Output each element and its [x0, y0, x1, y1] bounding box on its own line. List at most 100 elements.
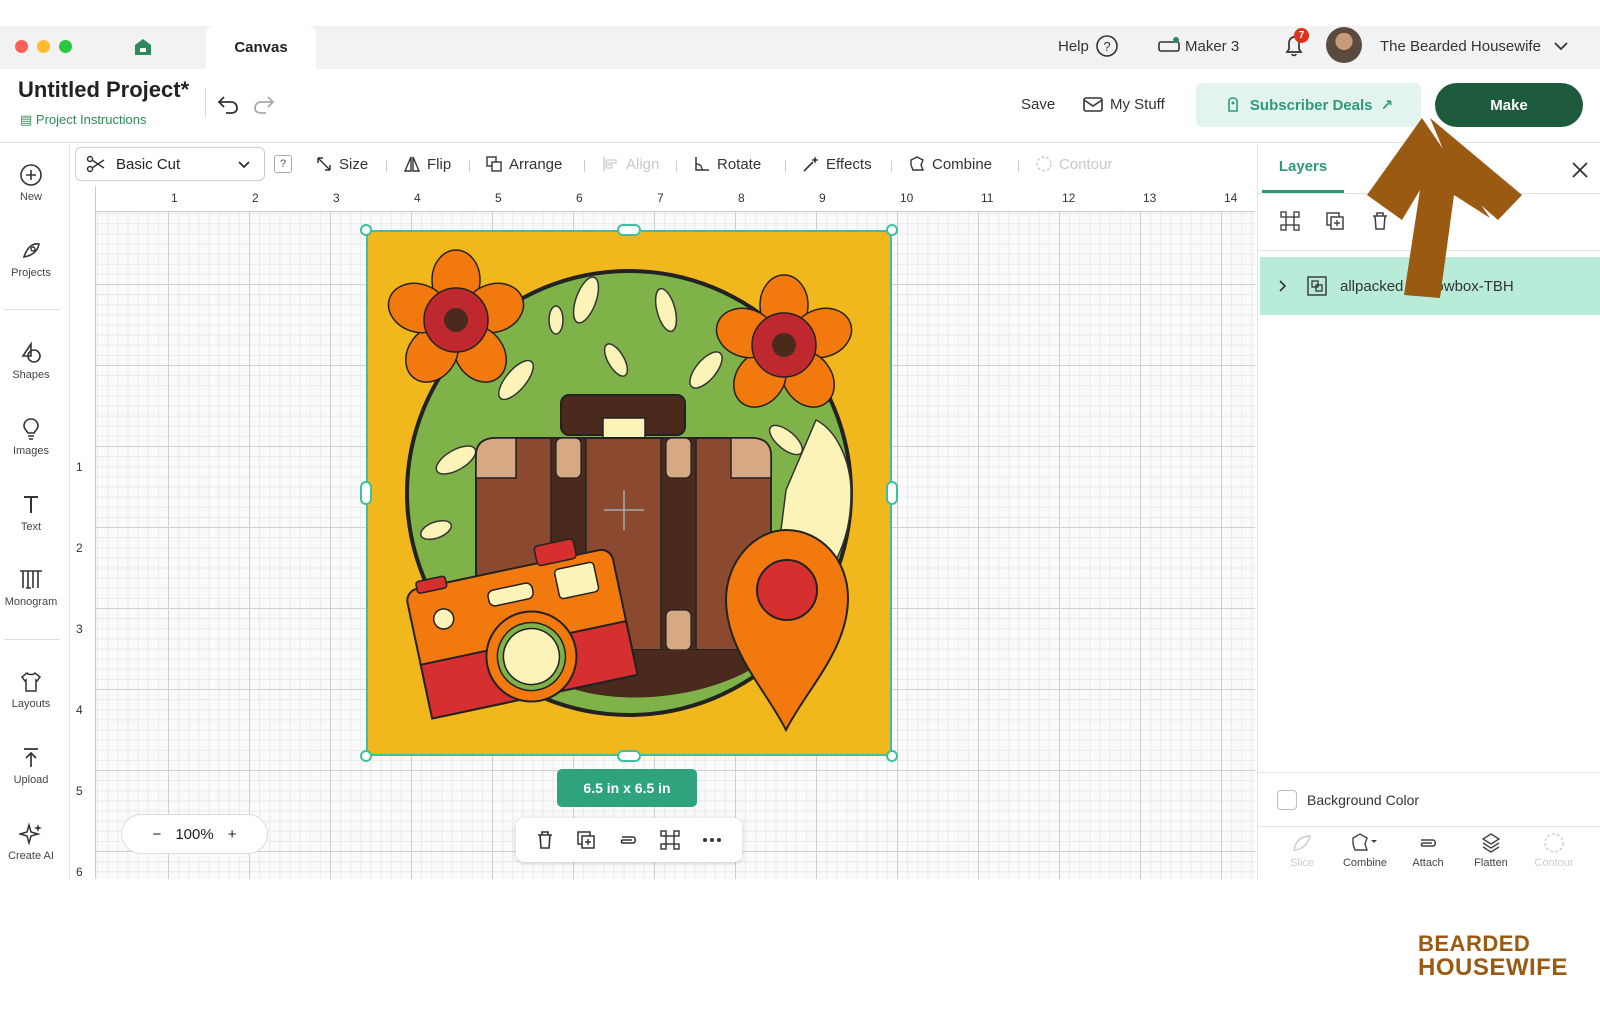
project-instructions-link[interactable]: ▤ Project Instructions	[20, 112, 146, 128]
operation-help-button[interactable]: ?	[274, 155, 292, 173]
machine-selector[interactable]: Maker 3	[1157, 33, 1239, 59]
tab-canvas[interactable]: Canvas	[206, 26, 316, 69]
chevron-down-icon	[1554, 42, 1568, 51]
background-color-toggle[interactable]: Background Color	[1277, 790, 1419, 810]
contour-label: Contour	[1534, 857, 1574, 869]
document-icon: ▤	[20, 112, 36, 127]
envelope-icon	[1083, 97, 1103, 112]
resize-handle[interactable]	[360, 750, 372, 762]
resize-handle[interactable]	[886, 481, 898, 505]
combine-icon	[1352, 833, 1377, 851]
sidebar-divider	[4, 309, 60, 310]
project-title[interactable]: Untitled Project*	[18, 77, 189, 103]
attach-icon[interactable]	[616, 829, 640, 851]
more-icon[interactable]	[700, 829, 724, 851]
sidebar-item-shapes[interactable]: Shapes	[0, 341, 62, 381]
group-icon[interactable]	[1279, 210, 1301, 237]
flatten-button[interactable]: Flatten	[1461, 832, 1521, 869]
ruler-label: 4	[76, 703, 83, 717]
tag-icon	[1228, 97, 1238, 112]
zoom-in-button[interactable]: +	[228, 826, 237, 843]
tab-layers[interactable]: Layers	[1262, 158, 1344, 175]
contour-button[interactable]: Contour	[1524, 832, 1584, 869]
rotate-icon	[695, 157, 709, 171]
user-menu[interactable]: The Bearded Housewife	[1380, 33, 1571, 59]
align-tool[interactable]: Align	[602, 152, 659, 176]
flatten-label: Flatten	[1474, 857, 1508, 869]
trash-icon[interactable]	[534, 829, 556, 851]
close-window-button[interactable]	[15, 40, 28, 53]
avatar[interactable]	[1326, 27, 1362, 63]
sidebar-item-label: New	[19, 191, 42, 203]
sidebar-item-projects[interactable]: Projects	[0, 239, 62, 279]
resize-handle[interactable]	[617, 224, 641, 236]
sidebar-item-upload[interactable]: Upload	[0, 746, 62, 786]
home-icon[interactable]	[133, 37, 153, 62]
sidebar-divider	[4, 639, 60, 640]
chevron-down-icon	[238, 161, 250, 169]
redo-icon[interactable]	[252, 92, 276, 121]
ruler-label: 6	[576, 191, 583, 205]
help-button[interactable]: Help ?	[1058, 33, 1119, 59]
arrange-icon	[486, 156, 502, 172]
sidebar-item-images[interactable]: Images	[0, 417, 62, 457]
arrange-tool[interactable]: Arrange	[485, 152, 562, 176]
duplicate-icon[interactable]	[575, 829, 597, 851]
sidebar-item-monogram[interactable]: Monogram	[0, 568, 62, 608]
plus-circle-icon	[20, 164, 42, 186]
attach-label: Attach	[1412, 857, 1444, 869]
sidebar-item-new[interactable]: New	[0, 163, 62, 203]
combine-button[interactable]: Combine	[1335, 832, 1395, 869]
effects-tool[interactable]: Effects	[802, 152, 872, 176]
contour-tool[interactable]: Contour	[1035, 152, 1112, 176]
sparkle-icon	[19, 822, 42, 846]
ruler-label: 8	[738, 191, 745, 205]
rotate-tool[interactable]: Rotate	[693, 152, 761, 176]
sidebar-item-create-ai[interactable]: Create AI	[0, 822, 62, 862]
slice-button[interactable]: Slice	[1272, 832, 1332, 869]
flip-icon	[403, 156, 421, 172]
ruler-label: 13	[1143, 191, 1157, 205]
arrow-annotation	[1367, 118, 1522, 298]
chevron-right-icon[interactable]	[1274, 277, 1292, 295]
sidebar-item-text[interactable]: Text	[0, 493, 62, 533]
resize-handle[interactable]	[886, 750, 898, 762]
background-color-label: Background Color	[1307, 792, 1420, 808]
project-instructions-label: Project Instructions	[35, 112, 147, 127]
group-icon[interactable]	[659, 829, 681, 851]
flip-tool[interactable]: Flip	[403, 152, 451, 176]
sidebar-item-label: Upload	[13, 774, 49, 786]
save-button[interactable]: Save	[1021, 96, 1055, 113]
sidebar-item-layouts[interactable]: Layouts	[0, 670, 62, 710]
combine-label: Combine	[932, 155, 993, 173]
logo-line-1: BEARDED	[1418, 931, 1531, 956]
ruler-label: 11	[981, 191, 994, 205]
watermark-logo: BEARDED HOUSEWIFE	[1418, 932, 1588, 1002]
zoom-level: 100%	[175, 825, 214, 843]
close-panel-icon[interactable]	[1570, 160, 1590, 185]
resize-handle[interactable]	[360, 224, 372, 236]
zoom-out-button[interactable]: −	[153, 826, 162, 843]
sidebar-item-label: Projects	[11, 267, 51, 279]
maximize-window-button[interactable]	[59, 40, 72, 53]
undo-icon[interactable]	[216, 92, 240, 121]
contour-label: Contour	[1059, 155, 1113, 173]
text-icon	[24, 496, 38, 513]
combine-label: Combine	[1342, 857, 1388, 869]
resize-handle[interactable]	[360, 481, 372, 505]
resize-handle[interactable]	[617, 750, 641, 762]
my-stuff-button[interactable]: My Stuff	[1082, 94, 1165, 114]
duplicate-icon[interactable]	[1324, 210, 1346, 237]
ruler-label: 5	[76, 784, 83, 798]
size-tool[interactable]: Size	[315, 152, 368, 176]
group-layer-icon	[1307, 276, 1327, 296]
attach-button[interactable]: Attach	[1398, 832, 1458, 869]
slice-icon	[1293, 835, 1311, 851]
header-divider-line	[0, 142, 1600, 143]
effects-label: Effects	[826, 155, 872, 173]
operation-select[interactable]: Basic Cut	[75, 147, 265, 181]
resize-handle[interactable]	[886, 224, 898, 236]
combine-tool[interactable]: Combine	[908, 152, 992, 176]
minimize-window-button[interactable]	[37, 40, 50, 53]
background-color-checkbox[interactable]	[1277, 790, 1297, 810]
